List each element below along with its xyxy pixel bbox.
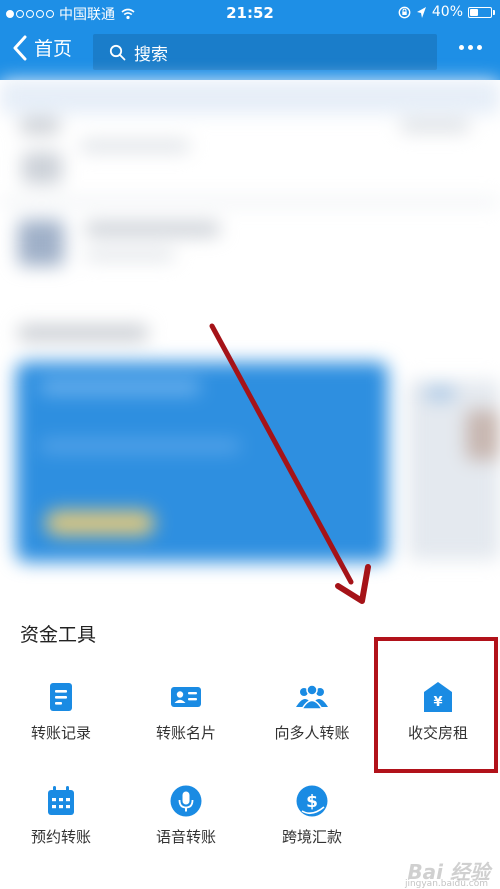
status-bar: 中国联通 21:52 40% xyxy=(0,0,500,26)
watermark-url: jingyan.baidu.com xyxy=(404,879,488,889)
calendar-icon xyxy=(48,786,74,815)
back-button[interactable]: 首页 xyxy=(12,34,72,61)
tool-transfer-records[interactable]: 转账记录 xyxy=(1,680,121,743)
tool-label: 转账名片 xyxy=(155,724,216,742)
search-input[interactable]: 搜索 xyxy=(93,34,437,70)
tool-label: 语音转账 xyxy=(155,828,216,846)
rotation-lock-icon xyxy=(398,6,411,18)
tool-cross-border-remittance[interactable]: $ 跨境汇款 xyxy=(252,784,372,847)
more-dot xyxy=(477,45,482,50)
app-header: 中国联通 21:52 40% 首页 搜索 xyxy=(0,0,500,80)
tool-label: 向多人转账 xyxy=(274,724,350,742)
tool-voice-transfer[interactable]: 语音转账 xyxy=(126,784,246,847)
tool-label: 转账记录 xyxy=(30,724,91,742)
battery-icon xyxy=(468,6,495,18)
multi-user-icon xyxy=(296,684,328,710)
battery-percent: 40% xyxy=(431,4,463,20)
tool-label: 预约转账 xyxy=(30,828,91,846)
blurred-content xyxy=(0,80,500,600)
dollar-coin-icon: $ xyxy=(296,785,328,817)
battery-level xyxy=(470,8,478,16)
search-placeholder: 搜索 xyxy=(134,44,168,65)
more-menu-button[interactable] xyxy=(459,45,482,50)
document-list-icon xyxy=(50,683,72,711)
chevron-left-icon xyxy=(13,35,27,60)
tool-transfer-card[interactable]: 转账名片 xyxy=(126,680,246,743)
contact-card-icon xyxy=(171,687,201,707)
tool-scheduled-transfer[interactable]: 预约转账 xyxy=(1,784,121,847)
more-dot xyxy=(459,45,464,50)
more-dot xyxy=(468,45,473,50)
svg-text:$: $ xyxy=(306,792,318,812)
search-icon xyxy=(109,44,126,60)
section-title-fund-tools: 资金工具 xyxy=(20,624,97,646)
tool-label: 跨境汇款 xyxy=(281,828,342,846)
status-right: 40% xyxy=(398,4,495,20)
location-arrow-icon xyxy=(416,6,426,18)
tool-multi-transfer[interactable]: 向多人转账 xyxy=(252,680,372,743)
nav-bar: 首页 搜索 xyxy=(0,30,500,74)
annotation-highlight-box xyxy=(374,637,498,773)
back-label: 首页 xyxy=(34,38,73,60)
microphone-icon xyxy=(170,785,202,817)
